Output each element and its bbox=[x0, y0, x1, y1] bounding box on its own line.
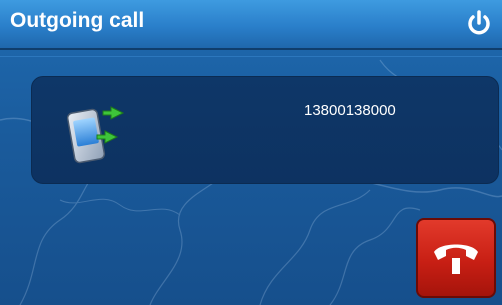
outgoing-call-screen: Outgoing call 13800138000 bbox=[0, 0, 502, 305]
dialed-number: 13800138000 bbox=[304, 102, 396, 119]
hang-up-icon bbox=[434, 244, 478, 274]
smartphone-transfer-icon bbox=[66, 106, 125, 164]
end-call-button[interactable] bbox=[416, 218, 496, 298]
window-title: Outgoing call bbox=[10, 9, 145, 32]
power-icon bbox=[468, 10, 490, 35]
power-button[interactable] bbox=[466, 10, 492, 38]
call-info-panel: 13800138000 bbox=[31, 76, 499, 184]
title-bar: Outgoing call bbox=[0, 0, 502, 50]
